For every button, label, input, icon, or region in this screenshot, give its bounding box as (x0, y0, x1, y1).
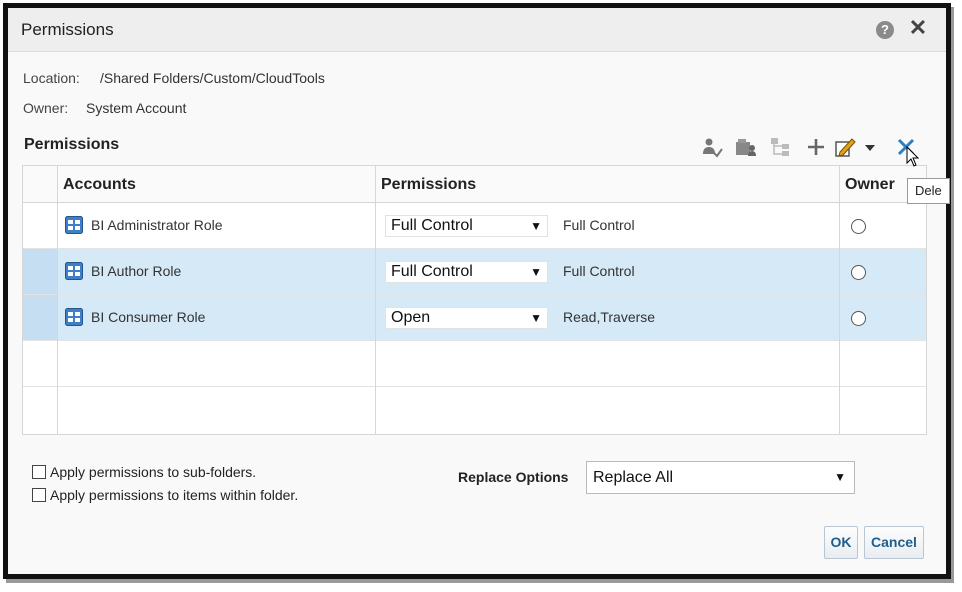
hierarchy-icon[interactable] (768, 136, 792, 158)
apply-subfolders-label: Apply permissions to sub-folders. (50, 464, 257, 480)
apply-items-option[interactable]: Apply permissions to items within folder… (32, 487, 298, 503)
column-divider (57, 166, 58, 434)
permission-description: Full Control (563, 217, 635, 233)
row-gutter (23, 203, 57, 248)
permission-select[interactable]: Full Control ▼ (385, 215, 548, 237)
permission-value: Open (391, 309, 431, 326)
permission-select[interactable]: Full Control ▼ (385, 261, 548, 283)
permissions-table: Accounts Permissions Owner BI Administra… (22, 165, 927, 435)
help-icon[interactable]: ? (876, 21, 894, 39)
apply-subfolders-checkbox[interactable] (32, 465, 46, 479)
table-row-empty (23, 387, 926, 433)
chevron-down-icon: ▼ (530, 265, 542, 279)
chevron-down-icon: ▼ (530, 219, 542, 233)
table-header: Accounts Permissions Owner (23, 166, 926, 203)
owner-radio[interactable] (851, 219, 866, 234)
mouse-cursor-icon (906, 146, 920, 167)
chevron-down-icon: ▼ (530, 311, 542, 325)
permissions-section-title: Permissions (24, 136, 120, 153)
permission-select[interactable]: Open ▼ (385, 307, 548, 329)
row-gutter (23, 295, 57, 340)
add-user-icon[interactable] (700, 136, 724, 158)
table-row-empty (23, 341, 926, 387)
window-frame: Permissions ? ✕ Location: /Shared Folder… (3, 3, 951, 579)
owner-radio[interactable] (851, 311, 866, 326)
apply-items-label: Apply permissions to items within folder… (50, 487, 299, 503)
owner-value: System Account (86, 100, 187, 116)
permission-description: Full Control (563, 263, 635, 279)
table-row[interactable]: BI Author Role Full Control ▼ Full Contr… (23, 249, 926, 295)
cancel-button[interactable]: Cancel (864, 526, 924, 559)
chevron-down-icon: ▼ (834, 470, 846, 484)
delete-tooltip: Dele (907, 178, 950, 204)
apply-subfolders-option[interactable]: Apply permissions to sub-folders. (32, 464, 256, 480)
row-gutter (23, 249, 57, 294)
owner-label: Owner: (23, 100, 69, 116)
edit-permission-icon[interactable] (834, 136, 858, 158)
location-label: Location: (23, 70, 80, 86)
apply-items-checkbox[interactable] (32, 488, 46, 502)
table-row[interactable]: BI Consumer Role Open ▼ Read,Traverse (23, 295, 926, 341)
location-value: /Shared Folders/Custom/CloudTools (100, 70, 325, 86)
replace-options-select[interactable]: Replace All ▼ (586, 461, 855, 494)
permission-description: Read,Traverse (563, 309, 656, 325)
role-icon (65, 308, 83, 326)
role-icon (65, 262, 83, 280)
permissions-dialog: Permissions ? ✕ Location: /Shared Folder… (8, 8, 950, 574)
account-name: BI Author Role (91, 263, 182, 279)
table-row[interactable]: BI Administrator Role Full Control ▼ Ful… (23, 203, 926, 249)
dropdown-icon[interactable] (863, 136, 877, 158)
row-gutter (23, 341, 57, 386)
column-divider (839, 166, 840, 434)
account-name: BI Consumer Role (91, 309, 206, 325)
dialog-titlebar: Permissions ? ✕ (8, 8, 946, 52)
close-icon[interactable]: ✕ (908, 16, 928, 40)
dialog-title: Permissions (21, 20, 114, 39)
header-permissions[interactable]: Permissions (375, 166, 476, 203)
header-owner[interactable]: Owner (839, 166, 895, 203)
permission-value: Full Control (391, 263, 473, 280)
role-icon (65, 216, 83, 234)
column-divider (375, 166, 376, 434)
header-accounts[interactable]: Accounts (57, 166, 136, 203)
replace-options-value: Replace All (593, 469, 674, 486)
browse-accounts-icon[interactable] (734, 136, 758, 158)
replace-options-label: Replace Options (458, 469, 569, 485)
owner-radio[interactable] (851, 265, 866, 280)
permission-value: Full Control (391, 217, 473, 234)
account-name: BI Administrator Role (91, 217, 223, 233)
row-gutter (23, 387, 57, 433)
ok-button[interactable]: OK (824, 526, 858, 559)
plus-icon[interactable] (805, 136, 827, 158)
